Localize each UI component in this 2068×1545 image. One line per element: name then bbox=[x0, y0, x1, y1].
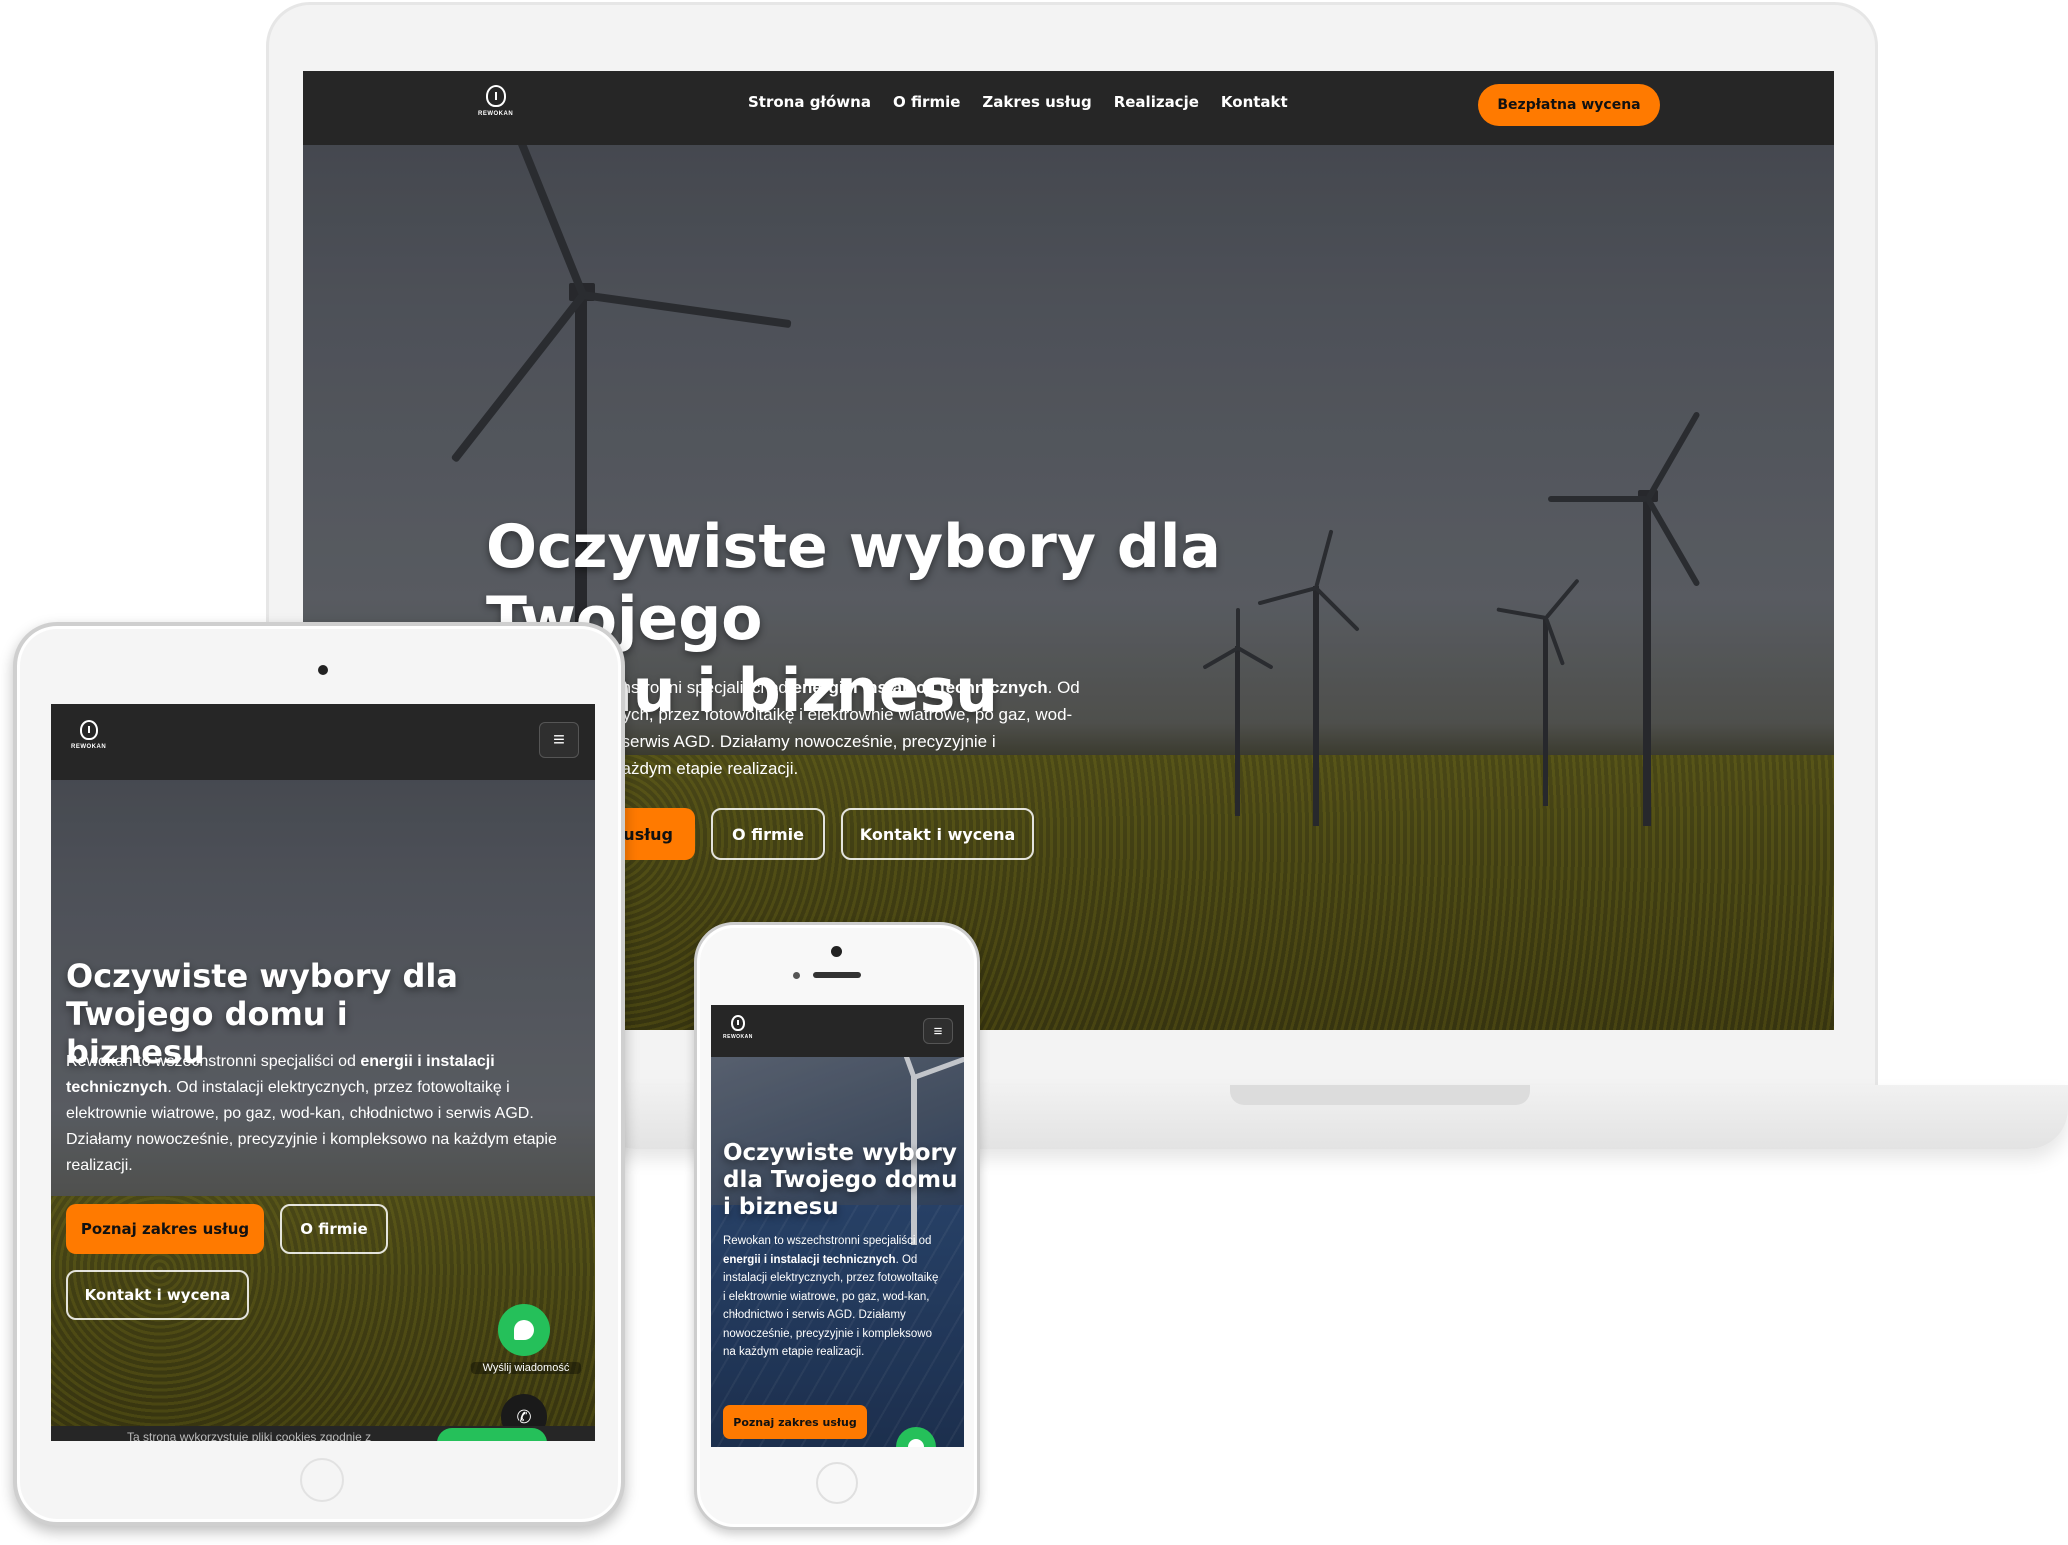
rewokan-logo[interactable]: REWOKAN bbox=[478, 85, 513, 117]
lightbulb-icon bbox=[730, 1015, 745, 1031]
rewokan-logo[interactable]: REWOKAN bbox=[723, 1015, 753, 1040]
chat-icon[interactable] bbox=[498, 1304, 550, 1356]
phone-speaker bbox=[813, 972, 861, 978]
chat-label: Wyślij wiadomość bbox=[471, 1362, 581, 1374]
phone-screen: REWOKAN ≡ Oczywiste wybory dla Twojego d… bbox=[711, 1005, 964, 1447]
logo-text: REWOKAN bbox=[71, 744, 107, 750]
services-button[interactable]: Poznaj zakres usług bbox=[66, 1204, 264, 1254]
hero-headline: Oczywiste wybory dla Twojego domu i bizn… bbox=[723, 1140, 958, 1220]
phone-home-button bbox=[816, 1462, 858, 1504]
nav-about[interactable]: O firmie bbox=[893, 93, 960, 111]
services-button[interactable]: Poznaj zakres usług bbox=[723, 1405, 867, 1439]
about-button[interactable]: O firmie bbox=[280, 1204, 388, 1254]
nav-home[interactable]: Strona główna bbox=[748, 93, 871, 111]
cookie-text: Ta strona wykorzystuje pliki cookies zgo… bbox=[127, 1430, 372, 1441]
logo-text: REWOKAN bbox=[723, 1034, 753, 1040]
menu-icon[interactable]: ≡ bbox=[923, 1018, 953, 1044]
tablet-screen: REWOKAN ≡ Oczywiste wybory dla Twojego d… bbox=[51, 704, 595, 1441]
desktop-nav: Strona główna O firmie Zakres usług Real… bbox=[748, 93, 1288, 111]
phone-camera bbox=[831, 946, 842, 957]
free-quote-button[interactable]: Bezpłatna wycena bbox=[1478, 84, 1660, 126]
nav-services[interactable]: Zakres usług bbox=[982, 93, 1091, 111]
phone-header: REWOKAN ≡ bbox=[711, 1005, 964, 1057]
menu-icon[interactable]: ≡ bbox=[539, 722, 579, 758]
tablet-home-button bbox=[300, 1458, 344, 1502]
tablet-header: REWOKAN ≡ bbox=[51, 704, 595, 780]
cookie-bar: Ta strona wykorzystuje pliki cookies zgo… bbox=[51, 1426, 595, 1441]
tablet-camera bbox=[318, 665, 328, 675]
lightbulb-icon bbox=[485, 85, 506, 107]
lightbulb-icon bbox=[79, 720, 98, 740]
phone-hero-background bbox=[711, 1005, 964, 1447]
about-button[interactable]: O firmie bbox=[711, 808, 825, 860]
nav-contact[interactable]: Kontakt bbox=[1221, 93, 1288, 111]
desktop-header: REWOKAN Strona główna O firmie Zakres us… bbox=[303, 71, 1834, 145]
nav-projects[interactable]: Realizacje bbox=[1114, 93, 1199, 111]
laptop-notch bbox=[1230, 1085, 1530, 1105]
contact-quote-button[interactable]: Kontakt i wycena bbox=[66, 1270, 249, 1320]
logo-text: REWOKAN bbox=[478, 111, 514, 117]
desktop-hero-lead: chstronni specjaliści od energii i insta… bbox=[613, 678, 1080, 778]
hero-lead: Rewokan to wszechstronni specjaliści od … bbox=[66, 1053, 557, 1174]
cookie-accept-button[interactable] bbox=[437, 1428, 547, 1441]
rewokan-logo[interactable]: REWOKAN bbox=[71, 720, 106, 750]
contact-quote-button[interactable]: Kontakt i wycena bbox=[841, 808, 1034, 860]
phone-sensor bbox=[793, 972, 800, 979]
hero-lead: Rewokan to wszechstronni specjaliści od … bbox=[723, 1235, 939, 1358]
